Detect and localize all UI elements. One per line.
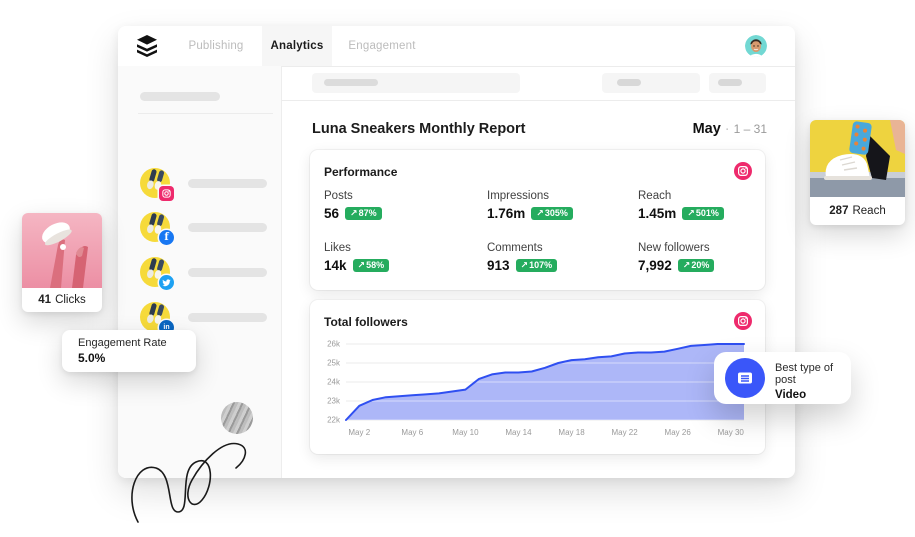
- trend-badge: ↗ 58%: [352, 258, 390, 273]
- svg-text:May 2: May 2: [348, 428, 370, 437]
- topbar: Publishing Analytics Engagement: [118, 26, 795, 67]
- performance-card-title: Performance: [324, 165, 398, 179]
- followers-card-title: Total followers: [324, 315, 408, 329]
- trend-up-icon: ↗: [350, 207, 358, 218]
- svg-text:22k: 22k: [327, 416, 341, 425]
- svg-text:May 30: May 30: [718, 428, 745, 437]
- best-post-card: Best type of post Video: [714, 352, 851, 404]
- trend-badge: ↗ 501%: [682, 206, 724, 221]
- svg-text:24k: 24k: [327, 378, 341, 387]
- profile-photo: [140, 168, 174, 201]
- sidebar-header-skeleton: [140, 92, 220, 101]
- clicks-label: 41 Clicks: [38, 294, 86, 306]
- stat-comments: Comments 913 ↗ 107%: [487, 242, 638, 273]
- stat-reach: Reach 1.45m ↗ 501%: [638, 190, 751, 221]
- performance-card: Performance Posts 56 ↗ 87% Impressions 1.…: [310, 150, 765, 290]
- sidebar-item-instagram-profile[interactable]: [140, 168, 273, 201]
- svg-text:May 6: May 6: [401, 428, 423, 437]
- page-title: Luna Sneakers Monthly Report: [312, 121, 526, 137]
- squiggle-doodle: [131, 442, 247, 523]
- facebook-icon: f: [159, 230, 174, 245]
- buffer-logo-icon: [137, 35, 157, 57]
- engagement-rate-label: Engagement Rate: [78, 337, 167, 349]
- profile-name-skeleton: [188, 223, 267, 232]
- stat-likes: Likes 14k ↗ 58%: [324, 242, 487, 273]
- svg-text:May 14: May 14: [505, 428, 532, 437]
- reach-photo: [810, 120, 905, 197]
- month-label: May: [692, 121, 721, 137]
- engagement-rate-card: Engagement Rate 5.0%: [62, 330, 196, 372]
- app-window: Publishing Analytics Engagement f in Lun…: [118, 26, 795, 478]
- tab-engagement[interactable]: Engagement: [332, 26, 432, 66]
- sidebar-item-facebook-profile[interactable]: f: [140, 212, 273, 245]
- sidebar-divider: [138, 113, 273, 114]
- followers-chart: 22k 23k 24k 25k 26k May 2 May 6 May 10 May 14 May…: [327, 340, 745, 437]
- search-placeholder[interactable]: [312, 73, 520, 93]
- trend-up-icon: ↗: [520, 259, 529, 270]
- trend-up-icon: ↗: [687, 207, 695, 218]
- stat-posts: Posts 56 ↗ 87%: [324, 190, 487, 221]
- main-toolbar: [281, 66, 795, 101]
- trend-up-icon: ↗: [357, 259, 366, 270]
- engagement-rate-value: 5.0%: [78, 351, 106, 365]
- trend-badge: ↗ 107%: [515, 258, 558, 273]
- trend-up-icon: ↗: [682, 259, 691, 270]
- best-post-value: Video: [775, 389, 807, 401]
- sidebar-item-twitter-profile[interactable]: [140, 257, 273, 290]
- tab-analytics[interactable]: Analytics: [262, 26, 332, 66]
- date-range[interactable]: May · 1 – 31: [693, 121, 767, 137]
- trend-badge: ↗ 305%: [531, 206, 573, 221]
- profile-photo: [140, 257, 174, 290]
- svg-text:May 22: May 22: [611, 428, 638, 437]
- total-followers-card: Total followers 22k 23k 24k 25k 26k May 2 May …: [310, 300, 765, 454]
- profile-photo: f: [140, 212, 174, 245]
- sidebar: f in: [118, 66, 282, 478]
- profile-photo: in: [140, 302, 174, 335]
- instagram-icon: [159, 186, 174, 201]
- instagram-icon: [734, 162, 752, 180]
- profile-name-skeleton: [188, 179, 267, 188]
- tab-publishing[interactable]: Publishing: [166, 26, 266, 66]
- svg-text:May 26: May 26: [665, 428, 692, 437]
- trend-badge: ↗ 87%: [345, 206, 382, 221]
- svg-text:May 10: May 10: [452, 428, 479, 437]
- stat-impressions: Impressions 1.76m ↗ 305%: [487, 190, 638, 221]
- days-label: 1 – 31: [733, 122, 767, 136]
- performance-stats-grid: Posts 56 ↗ 87% Impressions 1.76m ↗ 305% Re…: [324, 190, 751, 273]
- svg-text:23k: 23k: [327, 397, 341, 406]
- reach-overlay-card: 287 Reach: [810, 120, 905, 225]
- stat-new-followers: New followers 7,992 ↗ 20%: [638, 242, 751, 273]
- trend-badge: ↗ 20%: [677, 258, 715, 273]
- best-post-label: Best type of post: [775, 362, 834, 386]
- report-header: Luna Sneakers Monthly Report May · 1 – 31: [312, 120, 767, 140]
- twitter-icon: [159, 275, 174, 290]
- post-type-icon: [725, 358, 765, 398]
- clicks-photo: [22, 213, 102, 288]
- clicks-overlay-card: 41 Clicks: [22, 213, 102, 312]
- svg-text:May 18: May 18: [558, 428, 585, 437]
- svg-text:26k: 26k: [327, 340, 341, 349]
- sidebar-item-linkedin-profile[interactable]: in: [140, 302, 273, 335]
- toolbar-button-1[interactable]: [602, 73, 700, 93]
- profile-name-skeleton: [188, 268, 267, 277]
- reach-label: 287 Reach: [829, 205, 886, 217]
- svg-text:25k: 25k: [327, 359, 341, 368]
- profile-name-skeleton: [188, 313, 267, 322]
- trend-up-icon: ↗: [536, 207, 544, 218]
- toolbar-button-2[interactable]: [709, 73, 766, 93]
- instagram-icon: [734, 312, 752, 330]
- user-avatar[interactable]: [745, 35, 767, 57]
